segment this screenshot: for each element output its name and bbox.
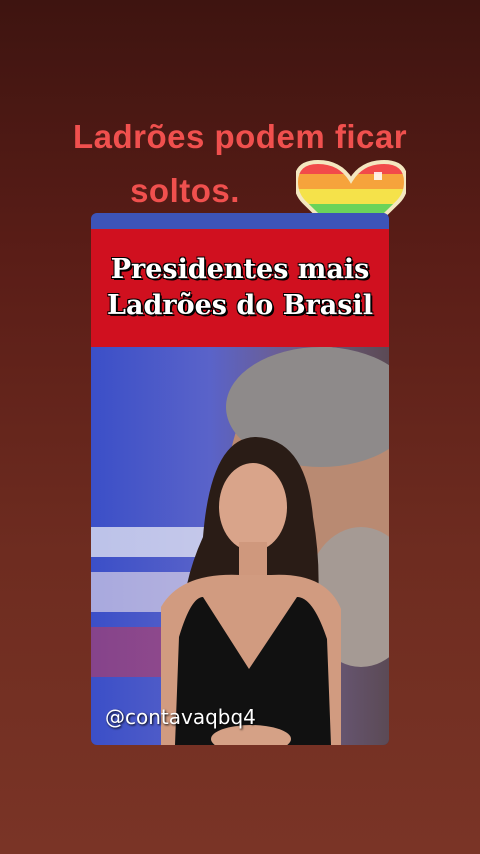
banner-line-2: Ladrões do Brasil: [107, 290, 373, 321]
caption-line-1: Ladrões podem ficar: [72, 118, 408, 155]
title-banner: Presidentes mais Ladrões do Brasil: [91, 229, 389, 347]
video-scene: [91, 347, 389, 745]
video-card[interactable]: Presidentes mais Ladrões do Brasil @cont…: [91, 213, 389, 745]
channel-watermark: @contavaqbq4: [105, 705, 256, 729]
banner-line-1: Presidentes mais: [110, 254, 370, 285]
video-frame[interactable]: @contavaqbq4: [91, 347, 389, 745]
card-top-strip: [91, 213, 389, 229]
